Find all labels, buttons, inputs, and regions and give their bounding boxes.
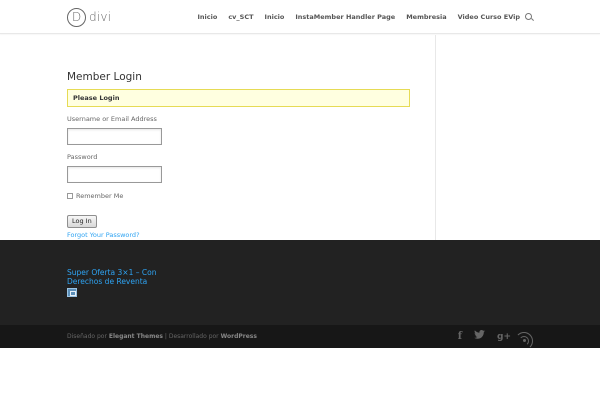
forgot-password-link[interactable]: Forgot Your Password?: [67, 231, 411, 239]
site-logo[interactable]: divi: [67, 7, 111, 27]
page-title: Member Login: [67, 71, 142, 83]
twitter-icon[interactable]: [474, 330, 485, 343]
offer-image-icon[interactable]: [67, 288, 77, 297]
search-icon[interactable]: [525, 13, 532, 20]
nav-item-instamember[interactable]: InstaMember Handler Page: [295, 13, 395, 21]
login-notice: Please Login: [67, 89, 410, 107]
divi-logo-icon: [67, 7, 86, 27]
main-nav: Inicio cv_SCT Inicio InstaMember Handler…: [197, 13, 520, 21]
social-links: f g+: [458, 330, 533, 350]
site-header: divi Inicio cv_SCT Inicio InstaMember Ha…: [0, 0, 600, 34]
credits-prefix: Diseñado por: [67, 333, 107, 340]
username-label: Username or Email Address: [67, 115, 157, 123]
login-button[interactable]: Log In: [67, 215, 97, 228]
nav-item-inicio[interactable]: Inicio: [197, 13, 217, 21]
credits-platform-link[interactable]: WordPress: [221, 333, 257, 340]
password-label: Password: [67, 153, 98, 161]
nav-item-inicio-2[interactable]: Inicio: [265, 13, 285, 21]
logo-text: divi: [89, 10, 112, 24]
nav-item-membresia[interactable]: Membresia: [406, 13, 446, 21]
sidebar-divider: [435, 35, 436, 240]
credits-theme-link[interactable]: Elegant Themes: [109, 333, 163, 340]
username-input[interactable]: [67, 128, 162, 145]
login-form: Member Login Please Login Username or Em…: [67, 71, 411, 239]
main-content-area: Member Login Please Login Username or Em…: [0, 35, 600, 240]
nav-item-video-curso[interactable]: Video Curso EVip: [458, 13, 520, 21]
remember-me-checkbox[interactable]: [67, 193, 73, 199]
remember-me-label[interactable]: Remember Me: [76, 192, 123, 200]
footer-credits: Diseñado por Elegant Themes | Desarrolla…: [67, 333, 257, 340]
password-input[interactable]: [67, 166, 162, 183]
google-plus-icon[interactable]: g+: [497, 331, 511, 343]
nav-item-cv-sct[interactable]: cv_SCT: [228, 13, 253, 21]
footer-widget-area: Super Oferta 3×1 – Con Derechos de Reven…: [0, 240, 600, 325]
rss-icon[interactable]: [515, 331, 533, 350]
facebook-icon[interactable]: f: [458, 331, 462, 343]
credits-middle: | Desarrollado por: [164, 333, 219, 340]
remember-me-row: Remember Me: [67, 192, 411, 200]
footer-bottom-bar: Diseñado por Elegant Themes | Desarrolla…: [0, 325, 600, 350]
footer-offer-link[interactable]: Super Oferta 3×1 – Con Derechos de Reven…: [67, 268, 177, 286]
